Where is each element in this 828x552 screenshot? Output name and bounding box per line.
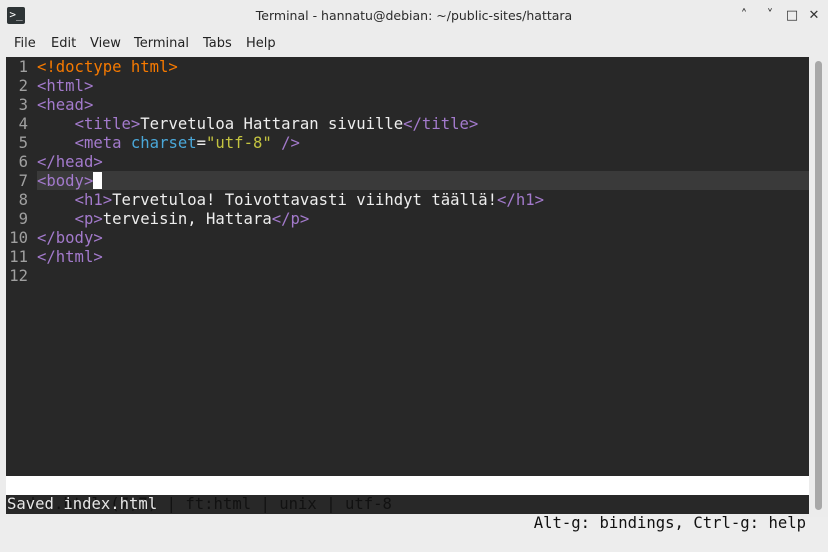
line-number: 10 xyxy=(9,229,28,247)
code-line: </head> xyxy=(37,153,828,172)
html-tag: </h1> xyxy=(497,191,544,209)
code-line: <head> xyxy=(37,96,828,115)
line-number: 9 xyxy=(18,210,28,228)
editor-status-bar: index.html (7,7) | ft:html | unix | utf-… xyxy=(6,476,809,532)
html-tag: </body> xyxy=(37,229,103,247)
menu-view[interactable]: View xyxy=(90,36,121,51)
line-number: 12 xyxy=(9,267,28,285)
menu-edit[interactable]: Edit xyxy=(51,36,76,51)
html-tag: </p> xyxy=(271,210,310,228)
menu-bar: File Edit View Terminal Tabs Help xyxy=(0,33,828,57)
text-content: Tervetuloa! Toivottavasti viihdyt täällä… xyxy=(112,191,498,209)
doctype-declaration: <!doctype html> xyxy=(37,58,178,76)
terminal-area[interactable]: 1 2 3 4 5 6 7 8 9 10 11 12 <!doctype htm… xyxy=(6,57,809,532)
close-icon[interactable]: ✕ xyxy=(805,7,823,25)
line-number: 7 xyxy=(18,172,28,190)
html-tag: <meta xyxy=(74,134,131,152)
html-tag: <body> xyxy=(37,172,94,190)
line-number: 11 xyxy=(9,248,28,266)
menu-file[interactable]: File xyxy=(14,36,36,51)
code-line: <h1>Tervetuloa! Toivottavasti viihdyt tä… xyxy=(37,191,828,210)
vertical-scrollbar[interactable] xyxy=(809,57,828,514)
html-tag: /> xyxy=(271,134,300,152)
maximize-icon[interactable]: □ xyxy=(783,7,801,25)
equals-sign: = xyxy=(196,134,207,152)
code-line: <html> xyxy=(37,77,828,96)
html-tag: <p> xyxy=(74,210,103,228)
line-number: 8 xyxy=(18,191,28,209)
text-cursor xyxy=(93,172,103,189)
attribute-name: charset xyxy=(130,134,197,152)
line-number: 3 xyxy=(18,96,28,114)
collapse-icon[interactable]: ˄ xyxy=(735,7,753,25)
message-line: Saved index.html xyxy=(7,495,158,513)
html-tag: <h1> xyxy=(74,191,113,209)
html-tag: <html> xyxy=(37,77,94,95)
html-tag: </head> xyxy=(37,153,103,171)
minimize-icon[interactable]: ˅ xyxy=(761,7,779,25)
terminal-window: >_ Terminal - hannatu@debian: ~/public-s… xyxy=(0,0,828,532)
code-line: </html> xyxy=(37,248,828,267)
code-line: <p>terveisin, Hattara</p> xyxy=(37,210,828,229)
menu-help[interactable]: Help xyxy=(246,36,276,51)
line-number: 5 xyxy=(18,134,28,152)
line-number-gutter: 1 2 3 4 5 6 7 8 9 10 11 12 xyxy=(6,57,37,285)
html-tag: <head> xyxy=(37,96,94,114)
text-content: Tervetuloa Hattaran sivuille xyxy=(140,115,404,133)
scrollbar-thumb[interactable] xyxy=(815,61,822,510)
text-content: terveisin, Hattara xyxy=(102,210,272,228)
code-line: <body> xyxy=(37,172,828,191)
line-number: 6 xyxy=(18,153,28,171)
code-line: </body> xyxy=(37,229,828,248)
code-line: <!doctype html> xyxy=(37,58,828,77)
window-title: Terminal - hannatu@debian: ~/public-site… xyxy=(255,8,573,23)
line-number: 4 xyxy=(18,115,28,133)
line-number: 2 xyxy=(18,77,28,95)
menu-terminal[interactable]: Terminal xyxy=(134,36,189,51)
html-tag: <title> xyxy=(74,115,141,133)
menu-tabs[interactable]: Tabs xyxy=(203,36,232,51)
title-bar[interactable]: >_ Terminal - hannatu@debian: ~/public-s… xyxy=(0,0,828,33)
html-tag: </title> xyxy=(403,115,479,133)
code-line: <meta charset="utf-8" /> xyxy=(37,134,828,153)
html-tag: </html> xyxy=(37,248,103,266)
attribute-value: "utf-8" xyxy=(206,134,272,152)
code-line: <title>Tervetuloa Hattaran sivuille</tit… xyxy=(37,115,828,134)
line-number: 1 xyxy=(18,58,28,76)
